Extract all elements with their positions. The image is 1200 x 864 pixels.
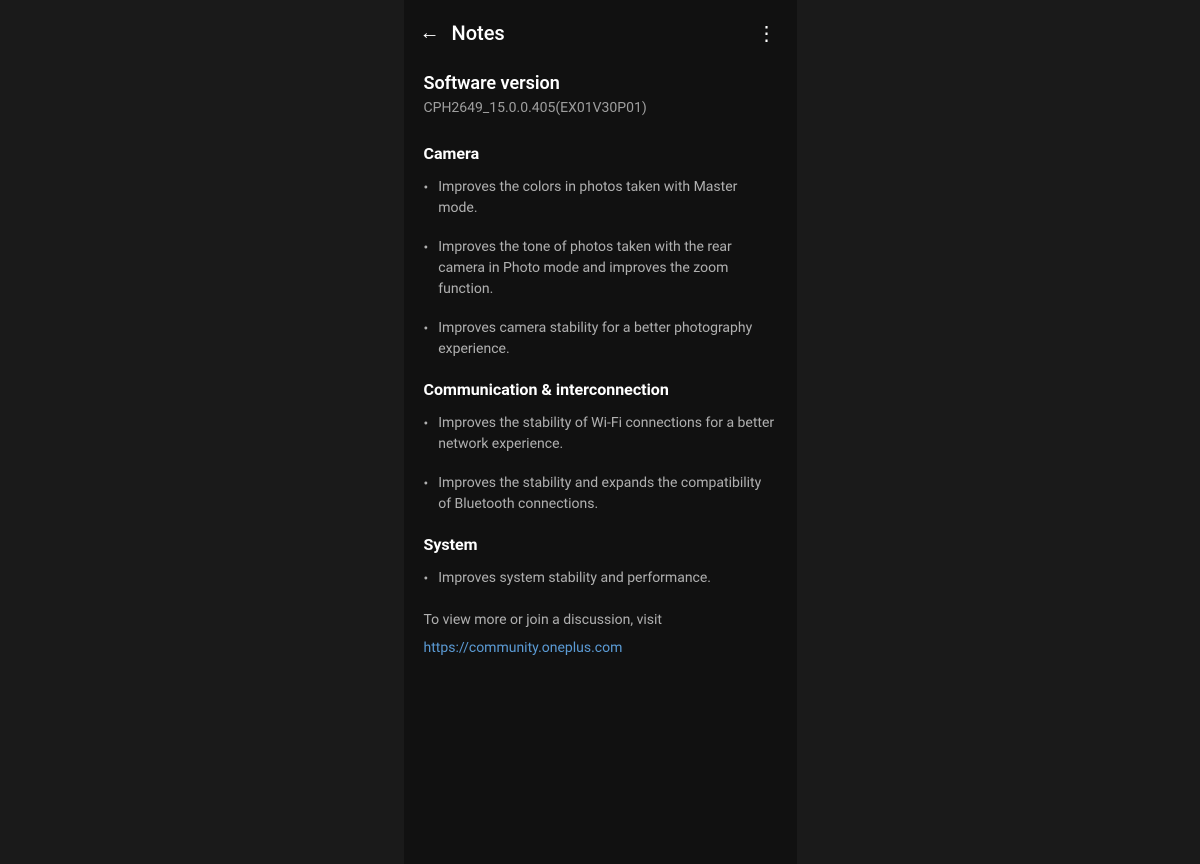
bullet-dot: • [424, 178, 429, 199]
system-bullet-list: • Improves system stability and performa… [424, 568, 777, 590]
bullet-dot: • [424, 319, 429, 340]
list-item: • Improves the stability and expands the… [424, 473, 777, 515]
bullet-text: Improves the colors in photos taken with… [438, 177, 776, 219]
list-item: • Improves camera stability for a better… [424, 318, 777, 360]
list-item: • Improves the tone of photos taken with… [424, 237, 777, 300]
camera-bullet-list: • Improves the colors in photos taken wi… [424, 177, 777, 360]
communication-bullet-list: • Improves the stability of Wi-Fi connec… [424, 413, 777, 515]
left-background [0, 0, 404, 864]
communication-section-title: Communication & interconnection [424, 380, 777, 399]
right-background [797, 0, 1200, 864]
back-button[interactable]: ← [420, 20, 440, 45]
visit-text: To view more or join a discussion, visit [424, 610, 777, 631]
list-item: • Improves the stability of Wi-Fi connec… [424, 413, 777, 455]
page-title: Notes [452, 21, 505, 45]
bullet-text: Improves camera stability for a better p… [438, 318, 776, 360]
bullet-dot: • [424, 474, 429, 495]
bullet-text: Improves the tone of photos taken with t… [438, 237, 776, 300]
software-version-label: Software version [424, 73, 777, 94]
bullet-dot: • [424, 569, 429, 590]
header-left: ← Notes [420, 20, 505, 45]
header: ← Notes ⋮ [404, 0, 797, 57]
bullet-text: Improves the stability and expands the c… [438, 473, 776, 515]
software-version-value: CPH2649_15.0.0.405(EX01V30P01) [424, 100, 777, 116]
system-section-title: System [424, 535, 777, 554]
bullet-dot: • [424, 238, 429, 259]
community-link[interactable]: https://community.oneplus.com [424, 640, 623, 656]
bullet-dot: • [424, 414, 429, 435]
list-item: • Improves the colors in photos taken wi… [424, 177, 777, 219]
camera-section-title: Camera [424, 144, 777, 163]
phone-screen: ← Notes ⋮ Software version CPH2649_15.0.… [404, 0, 797, 864]
content-area: Software version CPH2649_15.0.0.405(EX01… [404, 57, 797, 864]
bullet-text: Improves system stability and performanc… [438, 568, 711, 589]
list-item: • Improves system stability and performa… [424, 568, 777, 590]
more-options-icon[interactable]: ⋮ [757, 21, 777, 45]
bullet-text: Improves the stability of Wi-Fi connecti… [438, 413, 776, 455]
